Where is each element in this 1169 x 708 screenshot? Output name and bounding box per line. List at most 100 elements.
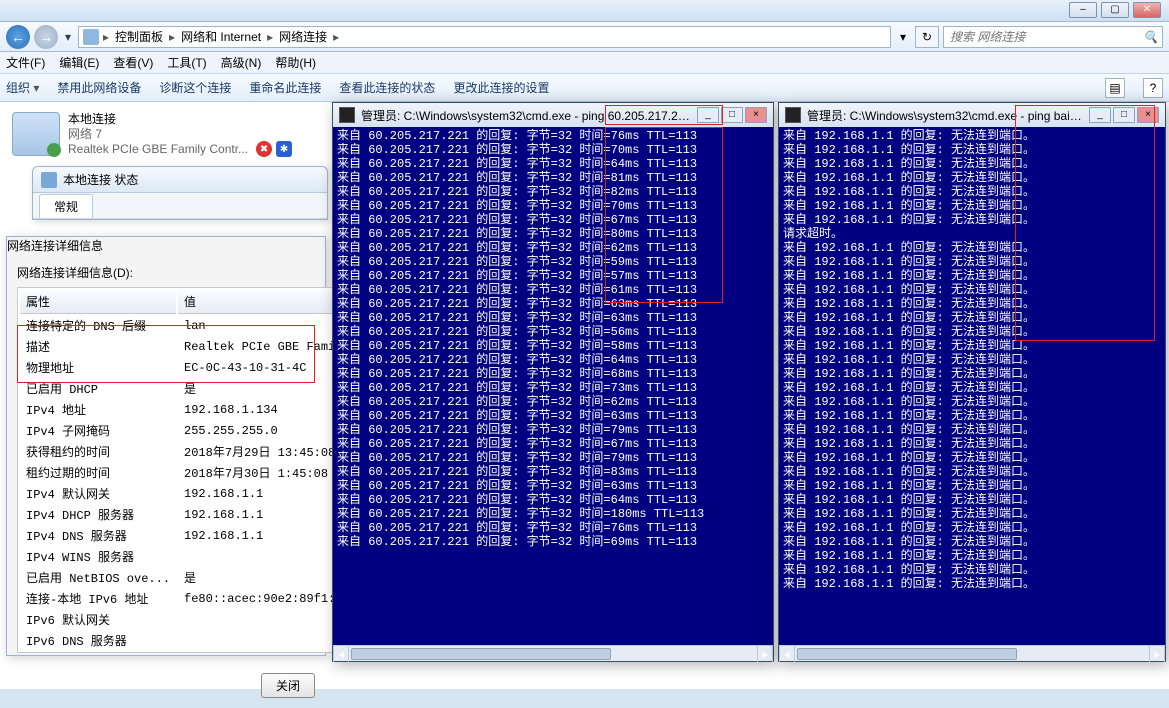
cmd1-maximize[interactable]: □ xyxy=(721,107,743,123)
property-cell: 租约过期的时间 xyxy=(20,463,176,482)
table-row: 已启用 NetBIOS ove...是 xyxy=(20,568,384,587)
property-cell: IPv4 WINS 服务器 xyxy=(20,547,176,566)
table-row: 租约过期的时间2018年7月30日 1:45:08 xyxy=(20,463,384,482)
maximize-button[interactable]: ▢ xyxy=(1101,2,1129,18)
connection-adapter: Realtek PCIe GBE Family Contr... xyxy=(68,142,248,157)
menu-edit[interactable]: 编辑(E) xyxy=(59,54,99,71)
scroll-right[interactable]: ▸ xyxy=(757,646,773,662)
close-details-button[interactable]: 关闭 xyxy=(261,673,315,698)
view-layout-button[interactable]: ▤ xyxy=(1105,78,1125,98)
history-dropdown[interactable]: ▾ xyxy=(62,25,74,49)
help-button[interactable]: ? xyxy=(1143,78,1163,98)
scroll-thumb[interactable] xyxy=(797,648,1017,660)
minimize-button[interactable]: – xyxy=(1069,2,1097,18)
scroll-left[interactable]: ◂ xyxy=(333,646,349,662)
cmd2-output: 来自 192.168.1.1 的回复: 无法连到端口。 来自 192.168.1… xyxy=(779,127,1165,645)
table-row: IPv4 WINS 服务器 xyxy=(20,547,384,566)
status-window-titlebar[interactable]: 本地连接 状态 xyxy=(33,167,327,193)
cmd2-close[interactable]: × xyxy=(1137,107,1159,123)
property-cell: 描述 xyxy=(20,337,176,356)
change-settings-button[interactable]: 更改此连接的设置 xyxy=(453,79,549,96)
menu-tools[interactable]: 工具(T) xyxy=(167,54,206,71)
menu-bar: 文件(F) 编辑(E) 查看(V) 工具(T) 高级(N) 帮助(H) xyxy=(0,52,1169,74)
property-cell: 已启用 DHCP xyxy=(20,379,176,398)
table-row: 连接特定的 DNS 后缀lan xyxy=(20,316,384,335)
network-connection-item[interactable]: 本地连接 网络 7 Realtek PCIe GBE Family Contr.… xyxy=(12,112,312,157)
connection-status-window: 本地连接 状态 常规 xyxy=(32,166,328,220)
property-cell: IPv6 默认网关 xyxy=(20,610,176,629)
status-window-icon xyxy=(41,172,57,188)
details-window-title: 网络连接详细信息 xyxy=(7,239,103,253)
property-cell: 获得租约的时间 xyxy=(20,442,176,461)
explorer-titlebar: – ▢ ✕ xyxy=(0,0,1169,22)
scroll-left[interactable]: ◂ xyxy=(779,646,795,662)
breadcrumb[interactable]: ▸ 控制面板 ▸ 网络和 Internet ▸ 网络连接 ▸ xyxy=(78,26,891,48)
breadcrumb-item[interactable]: 网络连接 xyxy=(277,28,329,45)
location-icon xyxy=(83,29,99,45)
disable-device-button[interactable]: 禁用此网络设备 xyxy=(57,79,141,96)
diagnose-button[interactable]: 诊断这个连接 xyxy=(159,79,231,96)
cmd1-output: 来自 60.205.217.221 的回复: 字节=32 时间=76ms TTL… xyxy=(333,127,773,645)
cmd-window-ping-baidu: 管理员: C:\Windows\system32\cmd.exe - ping … xyxy=(778,102,1166,662)
search-box[interactable]: 🔍 xyxy=(943,26,1163,48)
property-cell: IPv4 DNS 服务器 xyxy=(20,526,176,545)
property-cell: IPv6 DNS 服务器 xyxy=(20,631,176,650)
breadcrumb-sep: ▸ xyxy=(167,30,177,44)
breadcrumb-sep: ▸ xyxy=(265,30,275,44)
property-cell: IPv4 DHCP 服务器 xyxy=(20,505,176,524)
cmd-icon xyxy=(785,107,801,123)
cmd2-scrollbar[interactable]: ◂ ▸ xyxy=(779,645,1165,661)
address-dropdown[interactable]: ▾ xyxy=(895,30,911,44)
scroll-thumb[interactable] xyxy=(351,648,611,660)
cmd1-scrollbar[interactable]: ◂ ▸ xyxy=(333,645,773,661)
tab-general[interactable]: 常规 xyxy=(39,194,93,218)
view-status-button[interactable]: 查看此连接的状态 xyxy=(339,79,435,96)
rename-button[interactable]: 重命名此连接 xyxy=(249,79,321,96)
address-bar: ← → ▾ ▸ 控制面板 ▸ 网络和 Internet ▸ 网络连接 ▸ ▾ ↻… xyxy=(0,22,1169,52)
connection-network: 网络 7 xyxy=(68,127,248,142)
cmd1-titlebar[interactable]: 管理员: C:\Windows\system32\cmd.exe - ping … xyxy=(333,103,773,127)
breadcrumb-item[interactable]: 控制面板 xyxy=(113,28,165,45)
menu-file[interactable]: 文件(F) xyxy=(6,54,45,71)
refresh-button[interactable]: ↻ xyxy=(915,26,939,48)
property-cell: IPv4 地址 xyxy=(20,400,176,419)
breadcrumb-sep: ▸ xyxy=(331,30,341,44)
details-label: 网络连接详细信息(D): xyxy=(17,264,315,281)
close-button[interactable]: ✕ xyxy=(1133,2,1161,18)
cmd1-close[interactable]: × xyxy=(745,107,767,123)
property-cell: IPv4 默认网关 xyxy=(20,484,176,503)
col-property[interactable]: 属性 xyxy=(20,290,176,314)
cmd2-minimize[interactable]: _ xyxy=(1089,107,1111,123)
table-row: IPv6 默认网关 xyxy=(20,610,384,629)
search-input[interactable] xyxy=(948,29,1143,45)
organize-button[interactable]: 组织 xyxy=(6,79,39,96)
cmd1-minimize[interactable]: _ xyxy=(697,107,719,123)
error-icon: ✖ xyxy=(256,141,272,157)
table-row: IPv4 子网掩码255.255.255.0 xyxy=(20,421,384,440)
details-window-titlebar[interactable]: 网络连接详细信息 xyxy=(7,237,325,254)
property-cell: 物理地址 xyxy=(20,358,176,377)
nav-back-button[interactable]: ← xyxy=(6,25,30,49)
menu-help[interactable]: 帮助(H) xyxy=(275,54,316,71)
connection-name: 本地连接 xyxy=(68,112,248,127)
table-row: 描述Realtek PCIe GBE Family Co xyxy=(20,337,384,356)
table-row: IPv4 DHCP 服务器192.168.1.1 xyxy=(20,505,384,524)
bluetooth-icon: ✱ xyxy=(276,141,292,157)
cmd2-maximize[interactable]: □ xyxy=(1113,107,1135,123)
network-adapter-icon xyxy=(12,112,60,156)
breadcrumb-item[interactable]: 网络和 Internet xyxy=(179,28,263,45)
cmd2-title: 管理员: C:\Windows\system32\cmd.exe - ping … xyxy=(807,107,1083,124)
cmd2-titlebar[interactable]: 管理员: C:\Windows\system32\cmd.exe - ping … xyxy=(779,103,1165,127)
table-row: IPv6 DNS 服务器 xyxy=(20,631,384,650)
table-row: 连接-本地 IPv6 地址fe80::acec:90e2:89f1:455%14 xyxy=(20,589,384,608)
table-row: IPv4 地址192.168.1.134 xyxy=(20,400,384,419)
search-icon[interactable]: 🔍 xyxy=(1143,30,1158,44)
connection-details-window: 网络连接详细信息 网络连接详细信息(D): 属性 值 连接特定的 DNS 后缀l… xyxy=(6,236,326,656)
menu-view[interactable]: 查看(V) xyxy=(113,54,153,71)
scroll-right[interactable]: ▸ xyxy=(1149,646,1165,662)
cmd-window-ping-ip: 管理员: C:\Windows\system32\cmd.exe - ping … xyxy=(332,102,774,662)
nav-forward-button[interactable]: → xyxy=(34,25,58,49)
property-cell: 已启用 NetBIOS ove... xyxy=(20,568,176,587)
property-cell: 连接特定的 DNS 后缀 xyxy=(20,316,176,335)
menu-advanced[interactable]: 高级(N) xyxy=(221,54,262,71)
